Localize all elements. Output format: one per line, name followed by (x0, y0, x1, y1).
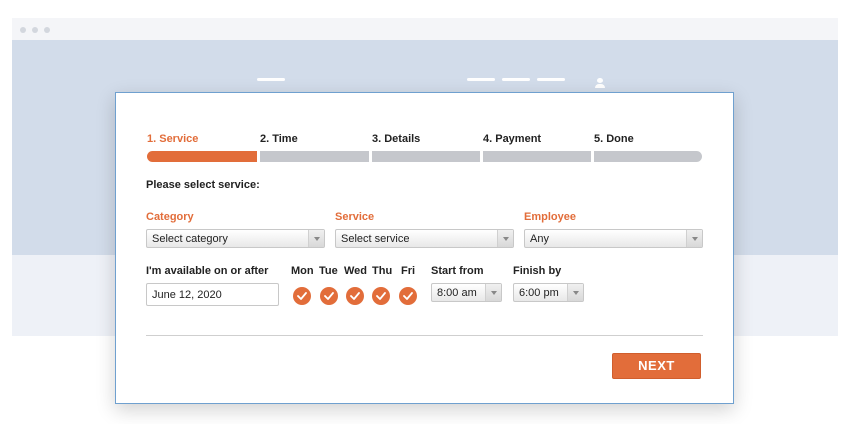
check-icon (297, 292, 307, 300)
step-label-details[interactable]: 3. Details (372, 133, 420, 145)
day-checkbox-fri[interactable] (399, 287, 417, 305)
step-bar-done (594, 151, 702, 162)
day-label-mon: Mon (291, 265, 314, 277)
start-from-label: Start from (431, 265, 484, 277)
browser-title-bar (12, 18, 838, 40)
step-label-payment[interactable]: 4. Payment (483, 133, 541, 145)
step-bar-service (147, 151, 257, 162)
start-time-select[interactable]: 8:00 am (431, 283, 502, 302)
check-icon (376, 292, 386, 300)
step-bar-time (260, 151, 369, 162)
day-checkbox-wed[interactable] (346, 287, 364, 305)
employee-select[interactable]: Any (524, 229, 703, 248)
booking-form: 1. Service 2. Time 3. Details 4. Payment… (115, 92, 734, 404)
chevron-down-icon (567, 284, 583, 301)
start-time-value: 8:00 am (437, 287, 477, 299)
chevron-down-icon (485, 284, 501, 301)
date-input[interactable]: June 12, 2020 (146, 283, 279, 306)
step-bar-details (372, 151, 480, 162)
next-button[interactable]: NEXT (612, 353, 701, 379)
nav-link-placeholder (537, 78, 565, 81)
check-icon (324, 292, 334, 300)
window-dot (20, 27, 26, 33)
logo-placeholder (257, 78, 285, 81)
employee-label: Employee (524, 211, 576, 223)
chevron-down-icon (686, 230, 702, 247)
step-bar-payment (483, 151, 591, 162)
finish-time-value: 6:00 pm (519, 287, 559, 299)
finish-time-select[interactable]: 6:00 pm (513, 283, 584, 302)
finish-by-label: Finish by (513, 265, 562, 277)
chevron-down-icon (497, 230, 513, 247)
category-label: Category (146, 211, 194, 223)
day-label-fri: Fri (401, 265, 416, 277)
nav-link-placeholder (467, 78, 495, 81)
step-label-done[interactable]: 5. Done (594, 133, 634, 145)
day-checkbox-mon[interactable] (293, 287, 311, 305)
service-label: Service (335, 211, 375, 223)
form-divider (146, 335, 703, 336)
day-checkbox-thu[interactable] (372, 287, 390, 305)
step-label-time[interactable]: 2. Time (260, 133, 298, 145)
availability-label: I'm available on or after (146, 265, 269, 277)
employee-select-value: Any (530, 233, 549, 245)
day-label-tue: Tue (319, 265, 338, 277)
service-select[interactable]: Select service (335, 229, 514, 248)
nav-link-placeholder (502, 78, 530, 81)
check-icon (403, 292, 413, 300)
step-label-service[interactable]: 1. Service (147, 133, 198, 145)
user-icon (594, 78, 606, 88)
window-dot (32, 27, 38, 33)
day-label-wed: Wed (344, 265, 368, 277)
day-label-thu: Thu (372, 265, 393, 277)
form-prompt: Please select service: (146, 179, 260, 191)
window-dot (44, 27, 50, 33)
category-select-value: Select category (152, 233, 228, 245)
day-checkbox-tue[interactable] (320, 287, 338, 305)
chevron-down-icon (308, 230, 324, 247)
category-select[interactable]: Select category (146, 229, 325, 248)
check-icon (350, 292, 360, 300)
service-select-value: Select service (341, 233, 410, 245)
